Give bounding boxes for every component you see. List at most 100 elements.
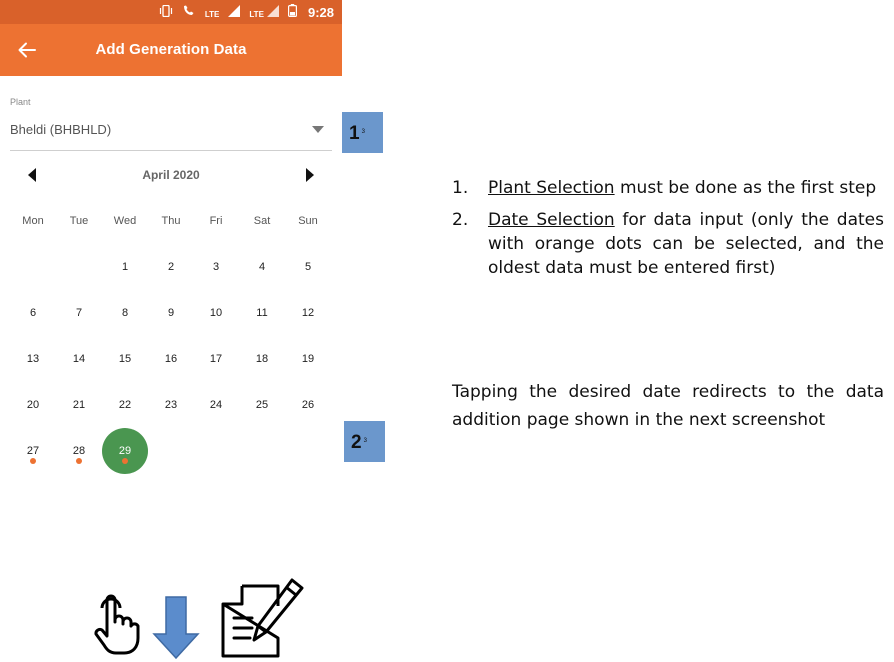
day-number: 28 [72,445,86,457]
day-number: 21 [72,399,86,411]
calendar-day-20[interactable]: 20 [13,395,53,419]
instruction-highlight: Date Selection [488,210,615,230]
calendar-day-5[interactable]: 5 [288,257,328,281]
calendar-day-14[interactable]: 14 [59,349,99,373]
day-number: 25 [255,399,269,411]
day-number: 29 [118,445,132,457]
day-number: 11 [256,307,268,319]
step-marker-sup: 3 [361,129,365,135]
day-number: 3 [212,261,220,273]
document-edit-icon [221,578,304,658]
weekday-sun: Sun [298,215,318,227]
dropdown-caret-icon [312,126,324,133]
day-number: 12 [301,307,315,319]
calendar-day-24[interactable]: 24 [196,395,236,419]
day-number: 7 [75,307,83,319]
day-number: 19 [301,353,315,365]
instruction-note: Tapping the desired date redirects to th… [452,382,884,430]
day-number: 27 [26,445,40,457]
weekday-thu: Thu [161,215,181,227]
calendar-day-1[interactable]: 1 [105,257,145,281]
day-number: 24 [209,399,223,411]
day-number: 22 [118,399,132,411]
step-marker-sup: 3 [363,438,367,444]
day-number: 23 [164,399,178,411]
calendar-day-11[interactable]: 11 [242,303,282,327]
calendar-day-9[interactable]: 9 [151,303,191,327]
calendar-day-25[interactable]: 25 [242,395,282,419]
day-number: 2 [167,261,175,273]
calendar-day-15[interactable]: 15 [105,349,145,373]
step-marker-number: 2 [351,432,362,453]
calendar-day-18[interactable]: 18 [242,349,282,373]
calendar-day-13[interactable]: 13 [13,349,53,373]
clock: 9:28 [307,4,334,20]
day-number: 20 [26,399,40,411]
day-number: 5 [304,261,312,273]
instruction-item: 1. Plant Selection must be done as the f… [452,176,884,200]
lte-label-2: LTE [249,9,264,19]
calendar-day-10[interactable]: 10 [196,303,236,327]
calendar-day-6[interactable]: 6 [13,303,53,327]
calendar-day-16[interactable]: 16 [151,349,191,373]
signal-icon [228,4,241,20]
status-bar: LTE LTE 9:28 [0,0,342,24]
available-date-dot [122,458,128,464]
calendar-day-22[interactable]: 22 [105,395,145,419]
calendar-day-8[interactable]: 8 [105,303,145,327]
weekday-fri: Fri [209,215,223,227]
day-number: 16 [164,353,178,365]
calendar-day-19[interactable]: 19 [288,349,328,373]
day-number: 17 [209,353,223,365]
step-marker-1: 13 [342,112,383,153]
tap-hand-icon [94,594,140,655]
app-bar: Add Generation Data [0,24,342,76]
instructions-list: 1. Plant Selection must be done as the f… [452,176,884,288]
weekday-mon: Mon [22,215,44,227]
calendar-month-title: April 2020 [142,168,200,182]
instruction-text: must be done as the first step [614,178,877,198]
calendar-day-23[interactable]: 23 [151,395,191,419]
day-number: 15 [118,353,132,365]
day-number: 8 [121,307,129,319]
calendar-day-2[interactable]: 2 [151,257,191,281]
step-marker-number: 1 [349,123,360,144]
day-number: 26 [301,399,315,411]
lte-label: LTE [204,10,220,19]
day-number: 18 [255,353,269,365]
battery-icon [287,4,297,20]
instruction-number: 2. [452,210,469,230]
calendar-day-7[interactable]: 7 [59,303,99,327]
weekday-sat: Sat [253,215,271,227]
plant-dropdown[interactable]: Bheldi (BHBHLD) [10,116,332,151]
instruction-item: 2. Date Selection for data input (only t… [452,208,884,280]
vibrate-icon [159,4,173,20]
page-title: Add Generation Data [95,41,247,58]
arrow-down-icon [152,596,200,660]
day-number: 6 [29,307,37,319]
weekday-tue: Tue [69,215,89,227]
available-date-dot [30,458,36,464]
volte-call-icon: LTE [182,4,220,20]
calendar-day-17[interactable]: 17 [196,349,236,373]
weekday-wed: Wed [113,215,137,227]
calendar-day-12[interactable]: 12 [288,303,328,327]
day-number: 10 [209,307,223,319]
day-number: 9 [167,307,175,319]
instruction-number: 1. [452,178,469,198]
instruction-highlight: Plant Selection [488,178,615,198]
calendar-day-26[interactable]: 26 [288,395,328,419]
next-month-button[interactable] [300,166,320,184]
day-number: 4 [258,261,266,273]
plant-label: Plant [10,97,31,107]
calendar-day-21[interactable]: 21 [59,395,99,419]
calendar-day-3[interactable]: 3 [196,257,236,281]
plant-selected-value: Bheldi (BHBHLD) [10,122,112,137]
lte-signal-icon: LTE [249,4,279,20]
day-number: 14 [72,353,86,365]
calendar-header: April 2020 [10,160,332,190]
day-number: 1 [121,261,129,273]
calendar-day-4[interactable]: 4 [242,257,282,281]
step-marker-2: 23 [344,421,385,462]
day-number: 13 [26,353,40,365]
